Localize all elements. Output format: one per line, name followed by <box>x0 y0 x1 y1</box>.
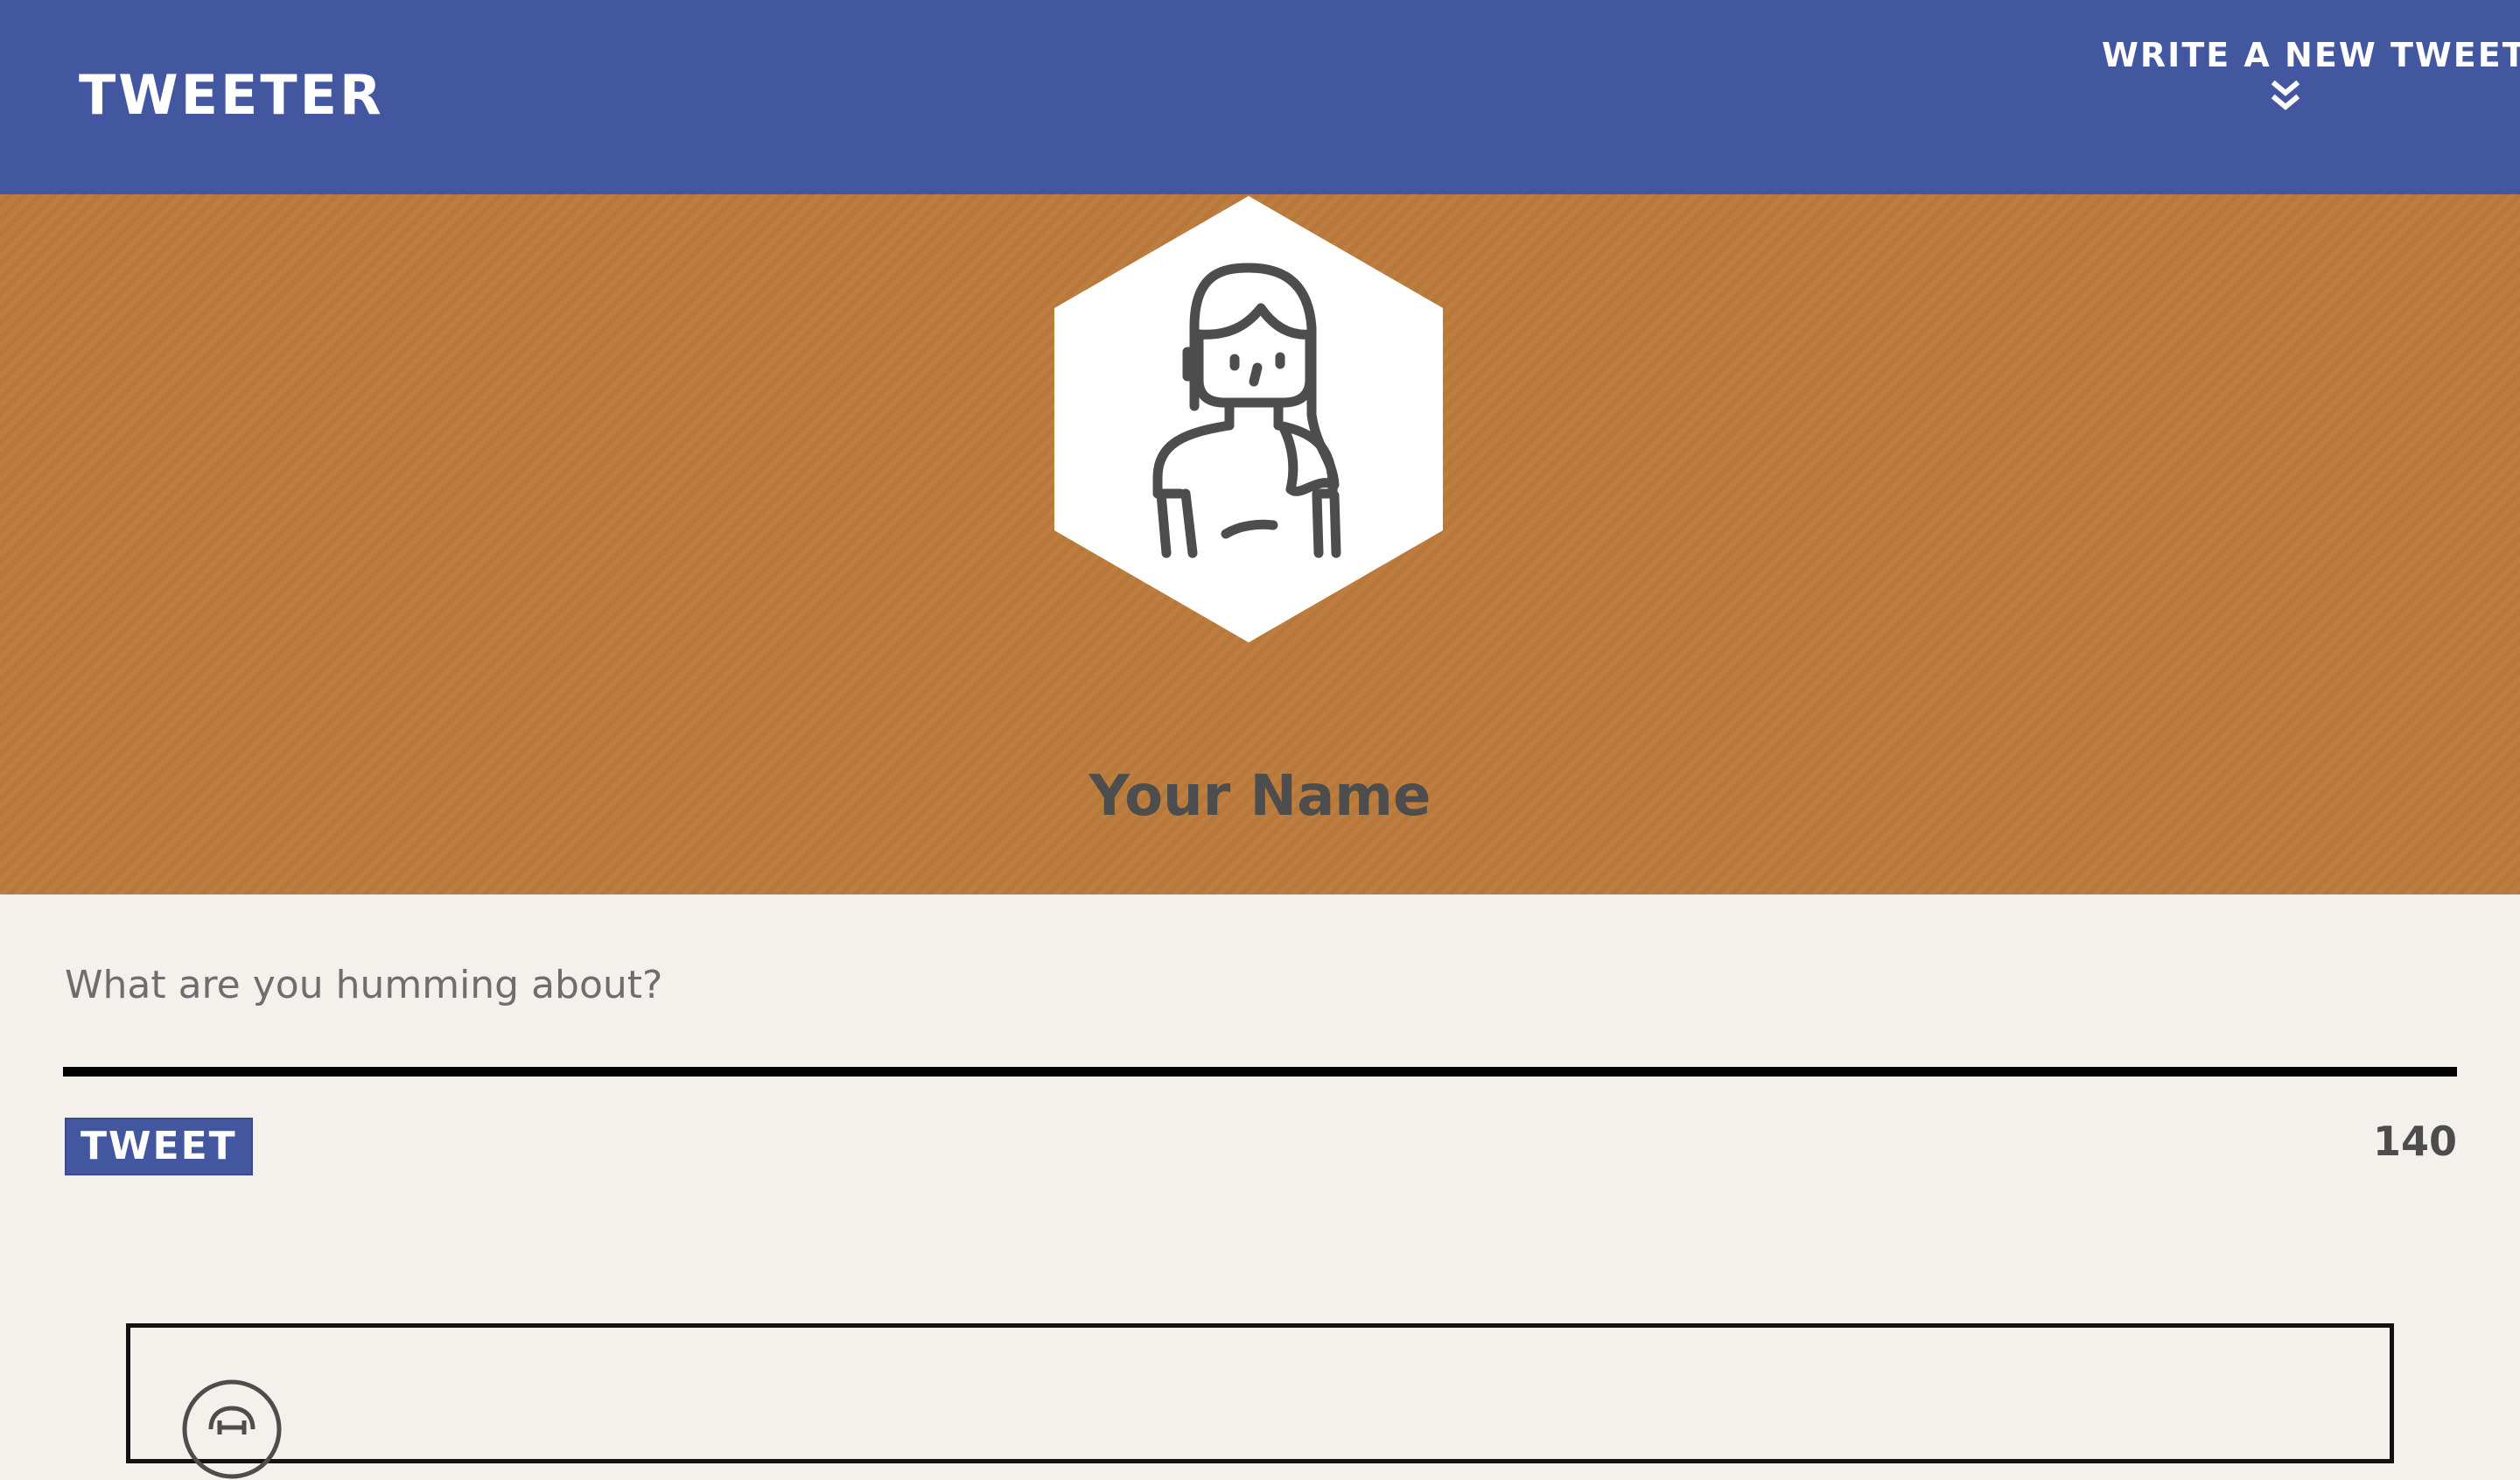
profile-display-name: Your Name <box>1088 764 1432 829</box>
tweet-textarea[interactable] <box>63 928 2457 1077</box>
woman-avatar-icon <box>1054 196 1443 642</box>
write-new-tweet-toggle[interactable]: WRITE A NEW TWEET <box>2102 33 2520 112</box>
profile-banner: Your Name <box>0 194 2520 894</box>
double-chevron-down-icon[interactable] <box>2268 81 2303 112</box>
tweet-composer: TWEET 140 <box>63 928 2457 1175</box>
top-navbar: TWEETER WRITE A NEW TWEET <box>0 0 2520 194</box>
brand-logo[interactable]: TWEETER <box>79 61 384 130</box>
user-avatar-icon <box>182 1379 282 1479</box>
tweet-card <box>126 1323 2394 1479</box>
tweet-submit-button[interactable]: TWEET <box>65 1118 253 1175</box>
character-counter: 140 <box>2372 1118 2457 1165</box>
write-new-tweet-label[interactable]: WRITE A NEW TWEET <box>2102 33 2520 77</box>
